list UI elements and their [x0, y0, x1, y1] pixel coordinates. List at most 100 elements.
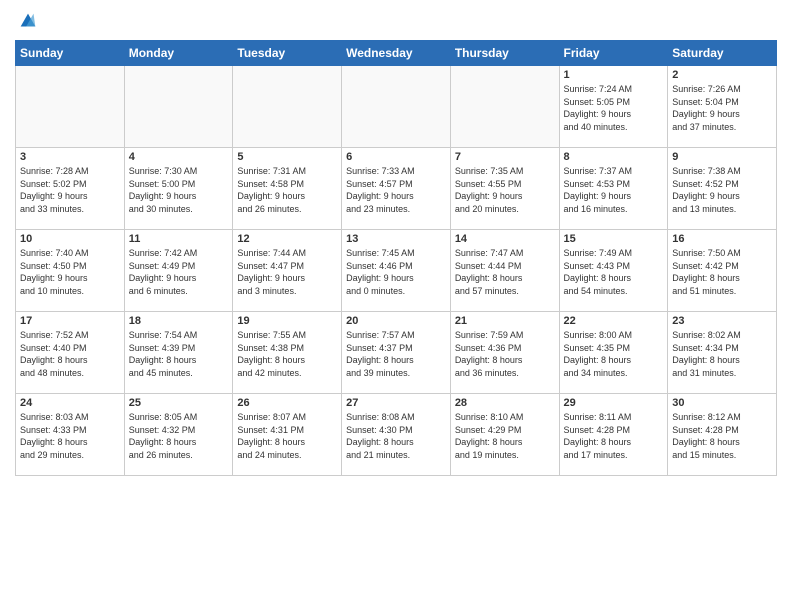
day-number: 15	[564, 233, 664, 245]
day-number: 10	[20, 233, 120, 245]
day-cell	[450, 66, 559, 148]
day-cell: 16 Sunrise: 7:50 AM Sunset: 4:42 PM Dayli…	[668, 230, 777, 312]
weekday-header-monday: Monday	[124, 41, 233, 66]
day-info: Sunrise: 7:52 AM Sunset: 4:40 PM Dayligh…	[20, 329, 120, 379]
week-row-4: 17 Sunrise: 7:52 AM Sunset: 4:40 PM Dayli…	[16, 312, 777, 394]
day-cell	[342, 66, 451, 148]
day-cell	[233, 66, 342, 148]
day-cell	[124, 66, 233, 148]
day-info: Sunrise: 8:05 AM Sunset: 4:32 PM Dayligh…	[129, 411, 229, 461]
day-cell: 21 Sunrise: 7:59 AM Sunset: 4:36 PM Dayli…	[450, 312, 559, 394]
page-container: SundayMondayTuesdayWednesdayThursdayFrid…	[0, 0, 792, 481]
day-info: Sunrise: 7:31 AM Sunset: 4:58 PM Dayligh…	[237, 165, 337, 215]
day-number: 29	[564, 397, 664, 409]
day-cell: 24 Sunrise: 8:03 AM Sunset: 4:33 PM Dayli…	[16, 394, 125, 476]
day-cell: 23 Sunrise: 8:02 AM Sunset: 4:34 PM Dayli…	[668, 312, 777, 394]
day-info: Sunrise: 7:45 AM Sunset: 4:46 PM Dayligh…	[346, 247, 446, 297]
logo	[15, 10, 39, 32]
header	[15, 10, 777, 32]
day-info: Sunrise: 8:00 AM Sunset: 4:35 PM Dayligh…	[564, 329, 664, 379]
day-cell: 8 Sunrise: 7:37 AM Sunset: 4:53 PM Daylig…	[559, 148, 668, 230]
day-cell: 15 Sunrise: 7:49 AM Sunset: 4:43 PM Dayli…	[559, 230, 668, 312]
day-cell: 3 Sunrise: 7:28 AM Sunset: 5:02 PM Daylig…	[16, 148, 125, 230]
day-cell: 5 Sunrise: 7:31 AM Sunset: 4:58 PM Daylig…	[233, 148, 342, 230]
day-info: Sunrise: 8:02 AM Sunset: 4:34 PM Dayligh…	[672, 329, 772, 379]
day-info: Sunrise: 7:42 AM Sunset: 4:49 PM Dayligh…	[129, 247, 229, 297]
day-info: Sunrise: 7:55 AM Sunset: 4:38 PM Dayligh…	[237, 329, 337, 379]
day-cell	[16, 66, 125, 148]
day-info: Sunrise: 7:24 AM Sunset: 5:05 PM Dayligh…	[564, 83, 664, 133]
day-cell: 7 Sunrise: 7:35 AM Sunset: 4:55 PM Daylig…	[450, 148, 559, 230]
day-number: 21	[455, 315, 555, 327]
day-cell: 14 Sunrise: 7:47 AM Sunset: 4:44 PM Dayli…	[450, 230, 559, 312]
day-info: Sunrise: 7:50 AM Sunset: 4:42 PM Dayligh…	[672, 247, 772, 297]
day-number: 30	[672, 397, 772, 409]
weekday-header-tuesday: Tuesday	[233, 41, 342, 66]
day-number: 22	[564, 315, 664, 327]
day-info: Sunrise: 7:37 AM Sunset: 4:53 PM Dayligh…	[564, 165, 664, 215]
day-cell: 4 Sunrise: 7:30 AM Sunset: 5:00 PM Daylig…	[124, 148, 233, 230]
day-number: 11	[129, 233, 229, 245]
day-info: Sunrise: 8:11 AM Sunset: 4:28 PM Dayligh…	[564, 411, 664, 461]
day-info: Sunrise: 7:54 AM Sunset: 4:39 PM Dayligh…	[129, 329, 229, 379]
day-number: 27	[346, 397, 446, 409]
day-number: 4	[129, 151, 229, 163]
day-info: Sunrise: 7:57 AM Sunset: 4:37 PM Dayligh…	[346, 329, 446, 379]
day-info: Sunrise: 7:30 AM Sunset: 5:00 PM Dayligh…	[129, 165, 229, 215]
day-number: 1	[564, 69, 664, 81]
weekday-header-friday: Friday	[559, 41, 668, 66]
week-row-3: 10 Sunrise: 7:40 AM Sunset: 4:50 PM Dayli…	[16, 230, 777, 312]
day-number: 19	[237, 315, 337, 327]
day-number: 8	[564, 151, 664, 163]
day-number: 6	[346, 151, 446, 163]
day-number: 24	[20, 397, 120, 409]
day-cell: 6Sunrise: 7:33 AM Sunset: 4:57 PM Daylig…	[342, 148, 451, 230]
day-cell: 29 Sunrise: 8:11 AM Sunset: 4:28 PM Dayli…	[559, 394, 668, 476]
day-cell: 11 Sunrise: 7:42 AM Sunset: 4:49 PM Dayli…	[124, 230, 233, 312]
day-cell: 10 Sunrise: 7:40 AM Sunset: 4:50 PM Dayli…	[16, 230, 125, 312]
weekday-header-thursday: Thursday	[450, 41, 559, 66]
day-cell: 19 Sunrise: 7:55 AM Sunset: 4:38 PM Dayli…	[233, 312, 342, 394]
day-cell: 17 Sunrise: 7:52 AM Sunset: 4:40 PM Dayli…	[16, 312, 125, 394]
day-info: Sunrise: 7:26 AM Sunset: 5:04 PM Dayligh…	[672, 83, 772, 133]
day-number: 3	[20, 151, 120, 163]
day-number: 13	[346, 233, 446, 245]
day-number: 18	[129, 315, 229, 327]
day-number: 9	[672, 151, 772, 163]
day-number: 5	[237, 151, 337, 163]
day-cell: 2 Sunrise: 7:26 AM Sunset: 5:04 PM Daylig…	[668, 66, 777, 148]
day-number: 7	[455, 151, 555, 163]
day-info: Sunrise: 8:08 AM Sunset: 4:30 PM Dayligh…	[346, 411, 446, 461]
weekday-header-row: SundayMondayTuesdayWednesdayThursdayFrid…	[16, 41, 777, 66]
day-number: 26	[237, 397, 337, 409]
day-info: Sunrise: 7:40 AM Sunset: 4:50 PM Dayligh…	[20, 247, 120, 297]
day-info: Sunrise: 8:03 AM Sunset: 4:33 PM Dayligh…	[20, 411, 120, 461]
day-number: 2	[672, 69, 772, 81]
day-number: 28	[455, 397, 555, 409]
day-cell: 28 Sunrise: 8:10 AM Sunset: 4:29 PM Dayli…	[450, 394, 559, 476]
day-info: Sunrise: 8:10 AM Sunset: 4:29 PM Dayligh…	[455, 411, 555, 461]
day-cell: 18 Sunrise: 7:54 AM Sunset: 4:39 PM Dayli…	[124, 312, 233, 394]
day-info: Sunrise: 7:28 AM Sunset: 5:02 PM Dayligh…	[20, 165, 120, 215]
day-number: 23	[672, 315, 772, 327]
day-number: 16	[672, 233, 772, 245]
day-cell: 13 Sunrise: 7:45 AM Sunset: 4:46 PM Dayli…	[342, 230, 451, 312]
day-cell: 1 Sunrise: 7:24 AM Sunset: 5:05 PM Daylig…	[559, 66, 668, 148]
day-info: Sunrise: 7:38 AM Sunset: 4:52 PM Dayligh…	[672, 165, 772, 215]
week-row-2: 3 Sunrise: 7:28 AM Sunset: 5:02 PM Daylig…	[16, 148, 777, 230]
day-number: 20	[346, 315, 446, 327]
day-info: Sunrise: 7:49 AM Sunset: 4:43 PM Dayligh…	[564, 247, 664, 297]
day-number: 14	[455, 233, 555, 245]
day-info: Sunrise: 8:12 AM Sunset: 4:28 PM Dayligh…	[672, 411, 772, 461]
day-cell: 12Sunrise: 7:44 AM Sunset: 4:47 PM Dayli…	[233, 230, 342, 312]
day-info: Sunrise: 7:44 AM Sunset: 4:47 PM Dayligh…	[237, 247, 337, 297]
logo-icon	[17, 10, 39, 32]
day-number: 17	[20, 315, 120, 327]
day-info: Sunrise: 7:59 AM Sunset: 4:36 PM Dayligh…	[455, 329, 555, 379]
day-info: Sunrise: 7:47 AM Sunset: 4:44 PM Dayligh…	[455, 247, 555, 297]
day-cell: 22 Sunrise: 8:00 AM Sunset: 4:35 PM Dayli…	[559, 312, 668, 394]
day-cell: 20 Sunrise: 7:57 AM Sunset: 4:37 PM Dayli…	[342, 312, 451, 394]
day-cell: 30 Sunrise: 8:12 AM Sunset: 4:28 PM Dayli…	[668, 394, 777, 476]
day-info: Sunrise: 7:35 AM Sunset: 4:55 PM Dayligh…	[455, 165, 555, 215]
day-cell: 25Sunrise: 8:05 AM Sunset: 4:32 PM Dayli…	[124, 394, 233, 476]
